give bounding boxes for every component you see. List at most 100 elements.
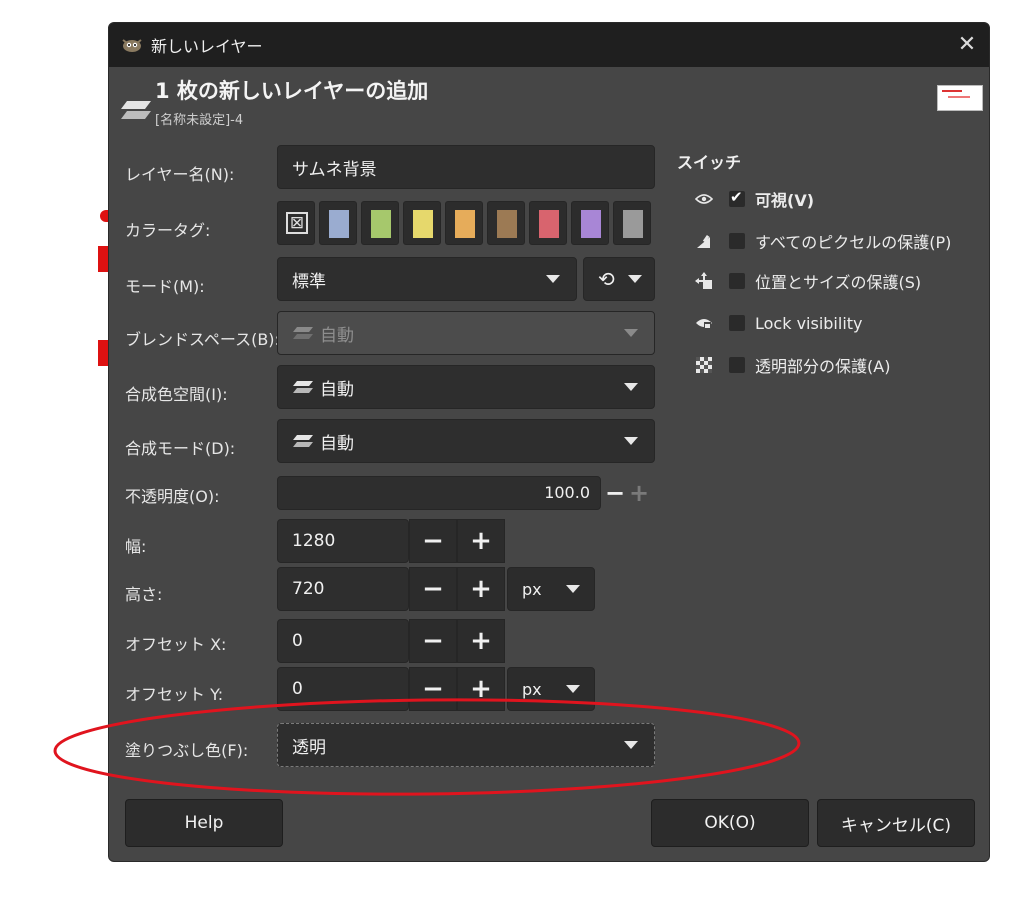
- composite-space-value: 自動: [320, 379, 354, 400]
- offset-y-label: オフセット Y:: [125, 685, 224, 704]
- switch-lock-position[interactable]: 位置とサイズの保護(S): [693, 268, 921, 294]
- height-input[interactable]: 720: [277, 567, 409, 611]
- layer-name-input[interactable]: サムネ背景: [277, 145, 655, 189]
- visibility-lock-icon: [693, 313, 715, 333]
- color-tag-blue[interactable]: [319, 201, 357, 245]
- layers-icon: [293, 381, 313, 393]
- color-tag-none[interactable]: ⊠: [277, 201, 315, 245]
- image-name: [名称未設定]-4: [155, 113, 244, 128]
- blend-space-label: ブレンドスペース(B):: [125, 330, 280, 349]
- opacity-increase-button[interactable]: +: [628, 478, 650, 508]
- visible-checkbox[interactable]: [729, 188, 745, 207]
- title-bar: 新しいレイヤー ✕: [109, 23, 989, 67]
- opacity-value: 100.0: [544, 483, 590, 502]
- layers-icon: [293, 327, 313, 339]
- offset-unit-select[interactable]: px: [507, 667, 595, 711]
- offset-y-increase-button[interactable]: +: [457, 667, 505, 711]
- image-thumbnail: [937, 85, 983, 111]
- size-unit-value: px: [522, 579, 542, 599]
- close-icon[interactable]: ✕: [953, 31, 981, 59]
- offset-x-input[interactable]: 0: [277, 619, 409, 663]
- color-tag-green[interactable]: [361, 201, 399, 245]
- opacity-decrease-button[interactable]: −: [604, 478, 626, 508]
- offset-x-increase-button[interactable]: +: [457, 619, 505, 663]
- width-increase-button[interactable]: +: [457, 519, 505, 563]
- width-value: 1280: [292, 531, 336, 551]
- composite-space-label: 合成色空間(I):: [125, 385, 228, 404]
- eye-icon: [693, 189, 715, 209]
- offset-y-value: 0: [292, 679, 303, 699]
- color-tag-orange[interactable]: [445, 201, 483, 245]
- fill-select[interactable]: 透明: [277, 723, 655, 767]
- switch-lock-visibility-label: Lock visibility: [755, 313, 863, 333]
- lock-alpha-checkbox[interactable]: [729, 357, 745, 373]
- cancel-button-label: キャンセル(C): [840, 815, 952, 836]
- reset-mode-icon: ⟲: [598, 267, 615, 291]
- color-tag-red[interactable]: [529, 201, 567, 245]
- mode-select[interactable]: 標準: [277, 257, 577, 301]
- height-decrease-button[interactable]: −: [409, 567, 457, 611]
- chevron-down-icon: [624, 437, 638, 445]
- move-icon: [693, 271, 715, 291]
- lock-visibility-checkbox[interactable]: [729, 315, 745, 331]
- dialog-header: 1 枚の新しいレイヤーの追加 [名称未設定]-4: [109, 67, 989, 157]
- height-increase-button[interactable]: +: [457, 567, 505, 611]
- switch-lock-alpha-label: 透明部分の保護(A): [755, 357, 891, 376]
- layers-icon: [121, 101, 151, 119]
- width-label: 幅:: [125, 537, 147, 556]
- chevron-down-icon: [546, 275, 560, 283]
- switch-lock-pixels-label: すべてのピクセルの保護(P): [755, 233, 952, 252]
- chevron-down-icon: [628, 275, 642, 283]
- switch-visible[interactable]: 可視(V): [693, 186, 814, 212]
- offset-unit-value: px: [522, 679, 542, 699]
- mode-value: 標準: [292, 271, 326, 292]
- composite-mode-value: 自動: [320, 433, 354, 454]
- fill-value: 透明: [292, 737, 326, 758]
- layers-icon: [293, 435, 313, 447]
- header-title: 1 枚の新しいレイヤーの追加: [155, 79, 429, 103]
- switch-lock-alpha[interactable]: 透明部分の保護(A): [693, 352, 890, 378]
- composite-mode-select[interactable]: 自動: [277, 419, 655, 463]
- ok-button-label: OK(O): [704, 813, 756, 833]
- composite-space-select[interactable]: 自動: [277, 365, 655, 409]
- mode-reset-button[interactable]: ⟲: [583, 257, 655, 301]
- help-button[interactable]: Help: [125, 799, 283, 847]
- height-label: 高さ:: [125, 585, 163, 604]
- switches-title: スイッチ: [677, 153, 742, 172]
- offset-y-decrease-button[interactable]: −: [409, 667, 457, 711]
- fill-label: 塗りつぶし色(F):: [125, 741, 249, 760]
- mode-label: モード(M):: [125, 277, 205, 296]
- size-unit-select[interactable]: px: [507, 567, 595, 611]
- opacity-slider[interactable]: 100.0: [277, 476, 601, 510]
- blend-space-select[interactable]: 自動: [277, 311, 655, 355]
- chevron-down-icon: [566, 585, 580, 593]
- lock-position-checkbox[interactable]: [729, 273, 745, 289]
- width-decrease-button[interactable]: −: [409, 519, 457, 563]
- blend-space-value: 自動: [320, 325, 354, 346]
- paintbrush-icon: [693, 231, 715, 251]
- new-layer-dialog: 新しいレイヤー ✕ 1 枚の新しいレイヤーの追加 [名称未設定]-4 レイヤー名…: [108, 22, 990, 862]
- chevron-down-icon: [566, 685, 580, 693]
- color-tag-label: カラータグ:: [125, 221, 211, 240]
- opacity-label: 不透明度(O):: [125, 487, 220, 506]
- offset-x-decrease-button[interactable]: −: [409, 619, 457, 663]
- chevron-down-icon: [624, 329, 638, 337]
- help-button-label: Help: [184, 813, 224, 833]
- width-input[interactable]: 1280: [277, 519, 409, 563]
- ok-button[interactable]: OK(O): [651, 799, 809, 847]
- cancel-button[interactable]: キャンセル(C): [817, 799, 975, 847]
- chevron-down-icon: [624, 383, 638, 391]
- switch-lock-position-label: 位置とサイズの保護(S): [755, 273, 922, 292]
- switch-lock-pixels[interactable]: すべてのピクセルの保護(P): [693, 228, 951, 254]
- chevron-down-icon: [624, 741, 638, 749]
- lock-pixels-checkbox[interactable]: [729, 233, 745, 249]
- offset-x-label: オフセット X:: [125, 635, 227, 654]
- height-value: 720: [292, 579, 325, 599]
- color-tag-violet[interactable]: [571, 201, 609, 245]
- color-tag-yellow[interactable]: [403, 201, 441, 245]
- color-tag-gray[interactable]: [613, 201, 651, 245]
- offset-y-input[interactable]: 0: [277, 667, 409, 711]
- switch-lock-visibility[interactable]: Lock visibility: [693, 310, 863, 336]
- color-tag-brown[interactable]: [487, 201, 525, 245]
- composite-mode-label: 合成モード(D):: [125, 439, 236, 458]
